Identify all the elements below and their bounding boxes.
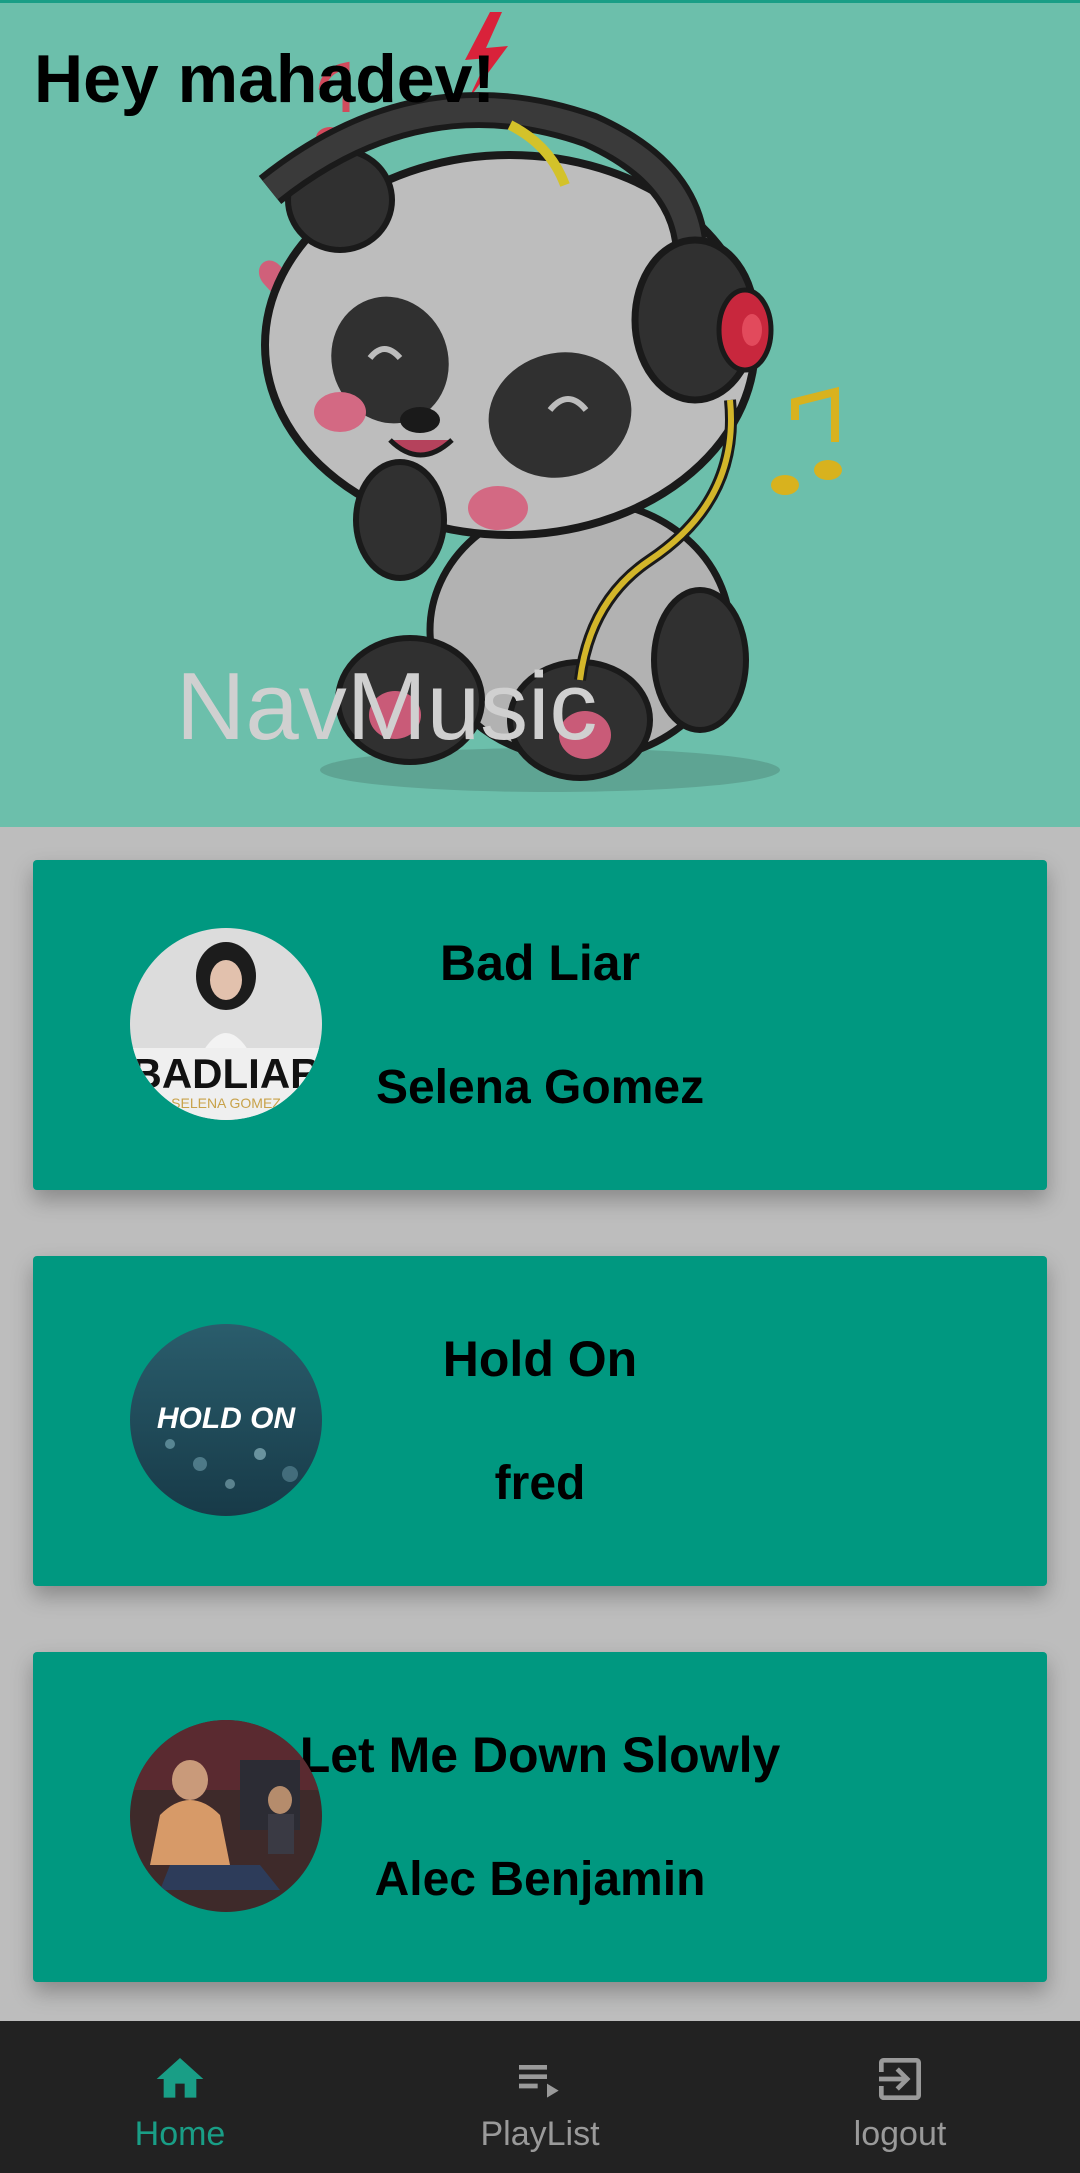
nav-logout[interactable]: logout bbox=[720, 2021, 1080, 2173]
home-icon bbox=[156, 2058, 204, 2098]
bottom-navigation: Home PlayList logout bbox=[0, 2021, 1080, 2173]
nav-playlist[interactable]: PlayList bbox=[360, 2021, 720, 2173]
cover-text: HOLD ON bbox=[157, 1402, 297, 1435]
app-name: NavMusic bbox=[176, 653, 598, 760]
song-card[interactable]: Let Me Down Slowly Alec Benjamin bbox=[33, 1652, 1047, 1982]
greeting-text: Hey mahadev! bbox=[34, 41, 496, 117]
song-card[interactable]: HOLD ON Hold On fred bbox=[33, 1256, 1047, 1586]
album-cover-bad-liar: BADLIAR SELENA GOMEZ bbox=[130, 928, 322, 1120]
album-cover-hold-on: HOLD ON bbox=[130, 1324, 322, 1516]
nav-label: logout bbox=[853, 2115, 947, 2153]
song-card[interactable]: BADLIAR SELENA GOMEZ Bad Liar Selena Gom… bbox=[33, 860, 1047, 1190]
nav-label: PlayList bbox=[480, 2115, 600, 2153]
nav-label: Home bbox=[134, 2115, 226, 2153]
cover-text: BADLIAR bbox=[132, 1050, 321, 1097]
svg-text:SELENA GOMEZ: SELENA GOMEZ bbox=[171, 1095, 281, 1111]
album-cover-let-me-down-slowly bbox=[130, 1720, 322, 1912]
playlist-icon bbox=[519, 2065, 559, 2098]
logout-icon bbox=[879, 2058, 921, 2100]
nav-home[interactable]: Home bbox=[0, 2021, 360, 2173]
hero-banner: Hey mahadev! NavMusic bbox=[0, 0, 1080, 827]
